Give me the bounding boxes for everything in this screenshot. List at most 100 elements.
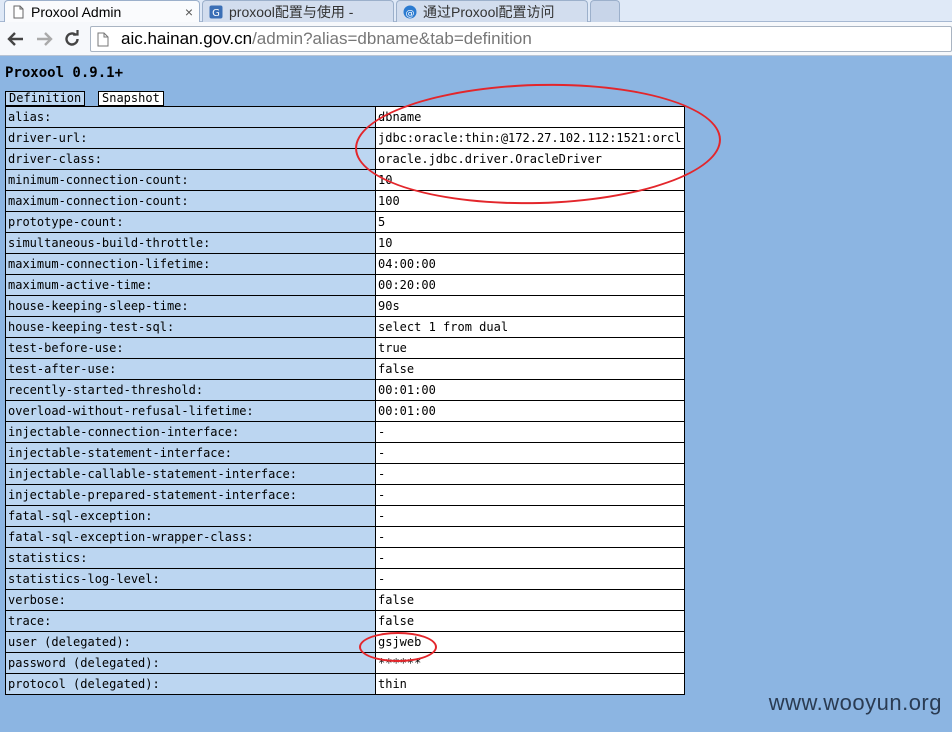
property-value: 10 <box>375 232 685 254</box>
property-name: driver-class: <box>5 148 376 170</box>
property-name: test-after-use: <box>5 358 376 380</box>
property-value: 100 <box>375 190 685 212</box>
property-name: injectable-connection-interface: <box>5 421 376 443</box>
new-tab-button[interactable] <box>590 0 620 22</box>
property-value: - <box>375 547 685 569</box>
property-name: protocol (delegated): <box>5 673 376 695</box>
property-value: 10 <box>375 169 685 191</box>
reload-icon <box>65 30 79 46</box>
back-button[interactable] <box>4 27 28 51</box>
property-name: driver-url: <box>5 127 376 149</box>
table-row: injectable-callable-statement-interface:… <box>5 463 685 485</box>
table-row: maximum-connection-count: 100 <box>5 190 685 212</box>
site-favicon-icon: @ <box>403 5 417 19</box>
property-name: overload-without-refusal-lifetime: <box>5 400 376 422</box>
back-arrow-icon <box>7 32 23 46</box>
table-row: maximum-connection-lifetime: 04:00:00 <box>5 253 685 275</box>
property-value: jdbc:oracle:thin:@172.27.102.112:1521:or… <box>375 127 685 149</box>
property-name: user (delegated): <box>5 631 376 653</box>
property-value: 00:01:00 <box>375 400 685 422</box>
property-value: - <box>375 421 685 443</box>
table-row: recently-started-threshold: 00:01:00 <box>5 379 685 401</box>
reload-button[interactable] <box>60 27 84 51</box>
tab-snapshot[interactable]: Snapshot <box>98 91 164 106</box>
browser-tab-proxool-admin[interactable]: Proxool Admin × <box>4 0 200 22</box>
tab-title: Proxool Admin <box>31 3 122 20</box>
property-value: select 1 from dual <box>375 316 685 338</box>
property-value: 90s <box>375 295 685 317</box>
property-name: prototype-count: <box>5 211 376 233</box>
address-bar[interactable]: aic.hainan.gov.cn/admin?alias=dbname&tab… <box>90 26 952 52</box>
proxool-admin-page: Proxool 0.9.1+ Definition Snapshot alias… <box>0 57 952 732</box>
table-row: statistics: - <box>5 547 685 569</box>
url-path: /admin?alias=dbname&tab=definition <box>252 29 532 48</box>
property-name: maximum-active-time: <box>5 274 376 296</box>
page-title: Proxool 0.9.1+ <box>5 65 124 81</box>
table-row: protocol (delegated): thin <box>5 673 685 695</box>
property-name: house-keeping-sleep-time: <box>5 295 376 317</box>
property-value: 5 <box>375 211 685 233</box>
url-host: aic.hainan.gov.cn <box>121 29 253 48</box>
svg-text:G: G <box>212 8 220 19</box>
property-value: - <box>375 505 685 527</box>
property-value: ****** <box>375 652 685 674</box>
property-value: - <box>375 568 685 590</box>
table-row: injectable-connection-interface: - <box>5 421 685 443</box>
property-value: dbname <box>375 106 685 128</box>
table-row: alias: dbname <box>5 106 685 128</box>
property-value: gsjweb <box>375 631 685 653</box>
property-value: true <box>375 337 685 359</box>
property-name: fatal-sql-exception: <box>5 505 376 527</box>
table-row: overload-without-refusal-lifetime: 00:01:… <box>5 400 685 422</box>
table-row: simultaneous-build-throttle: 10 <box>5 232 685 254</box>
property-value: false <box>375 610 685 632</box>
browser-tab-strip: Proxool Admin × G proxool配置与使用 - @ 通过Pro… <box>0 0 952 22</box>
page-info-icon[interactable] <box>97 30 115 48</box>
property-value: false <box>375 589 685 611</box>
property-name: maximum-connection-lifetime: <box>5 253 376 275</box>
property-name: password (delegated): <box>5 652 376 674</box>
property-name: recently-started-threshold: <box>5 379 376 401</box>
property-name: alias: <box>5 106 376 128</box>
property-name: fatal-sql-exception-wrapper-class: <box>5 526 376 548</box>
property-value: 04:00:00 <box>375 253 685 275</box>
table-row: injectable-statement-interface: - <box>5 442 685 464</box>
table-row: fatal-sql-exception-wrapper-class: - <box>5 526 685 548</box>
property-value: oracle.jdbc.driver.OracleDriver <box>375 148 685 170</box>
tab-title: proxool配置与使用 - <box>229 3 354 20</box>
browser-tab-proxool-config[interactable]: G proxool配置与使用 - <box>202 0 394 22</box>
property-value: - <box>375 463 685 485</box>
site-favicon-icon: G <box>209 5 223 19</box>
property-name: injectable-prepared-statement-interface: <box>5 484 376 506</box>
property-value: - <box>375 442 685 464</box>
property-value: 00:01:00 <box>375 379 685 401</box>
forward-arrow-icon <box>37 32 53 46</box>
svg-text:@: @ <box>406 9 415 19</box>
table-row: user (delegated): gsjweb <box>5 631 685 653</box>
property-name: maximum-connection-count: <box>5 190 376 212</box>
watermark: www.wooyun.org <box>768 690 942 715</box>
close-tab-icon[interactable]: × <box>177 4 193 20</box>
property-value: - <box>375 484 685 506</box>
table-row: house-keeping-sleep-time: 90s <box>5 295 685 317</box>
tab-definition[interactable]: Definition <box>5 91 86 106</box>
table-row: fatal-sql-exception: - <box>5 505 685 527</box>
browser-tab-proxool-access[interactable]: @ 通过Proxool配置访问 <box>396 0 588 22</box>
property-value: false <box>375 358 685 380</box>
property-name: simultaneous-build-throttle: <box>5 232 376 254</box>
table-row: minimum-connection-count: 10 <box>5 169 685 191</box>
tab-title: 通过Proxool配置访问 <box>423 3 555 20</box>
table-row: driver-class: oracle.jdbc.driver.OracleDr… <box>5 148 685 170</box>
table-row: injectable-prepared-statement-interface:… <box>5 484 685 506</box>
forward-button[interactable] <box>32 27 56 51</box>
property-value: thin <box>375 673 685 695</box>
table-row: maximum-active-time: 00:20:00 <box>5 274 685 296</box>
table-row: prototype-count: 5 <box>5 211 685 233</box>
definition-table: alias: dbname driver-url: jdbc:oracle:thin:… <box>5 106 685 695</box>
property-name: trace: <box>5 610 376 632</box>
table-row: password (delegated): ****** <box>5 652 685 674</box>
property-name: minimum-connection-count: <box>5 169 376 191</box>
property-name: statistics-log-level: <box>5 568 376 590</box>
table-row: statistics-log-level: - <box>5 568 685 590</box>
page-icon <box>11 5 25 19</box>
